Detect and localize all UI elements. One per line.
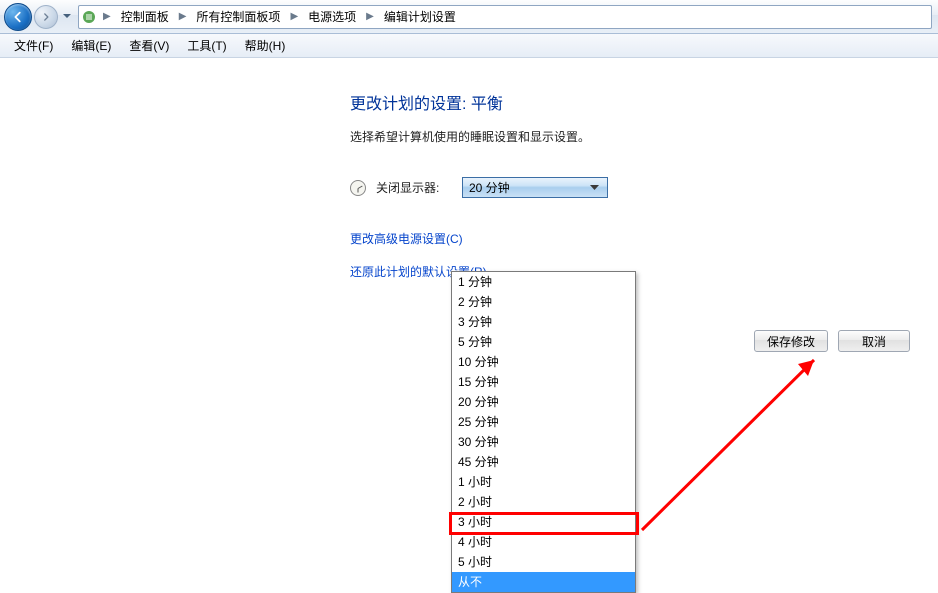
history-dropdown-button[interactable] — [60, 5, 74, 29]
dropdown-option[interactable]: 从不 — [452, 572, 635, 592]
dropdown-option[interactable]: 3 小时 — [452, 512, 635, 532]
breadcrumb-item[interactable]: 所有控制面板项 — [192, 6, 284, 27]
dropdown-option[interactable]: 15 分钟 — [452, 372, 635, 392]
chevron-right-icon: ▶ — [175, 11, 191, 22]
turn-off-display-value: 20 分钟 — [469, 179, 586, 196]
annotation-arrow — [638, 346, 838, 534]
dropdown-option[interactable]: 30 分钟 — [452, 432, 635, 452]
dropdown-option[interactable]: 1 小时 — [452, 472, 635, 492]
turn-off-display-row: 关闭显示器: 20 分钟 — [350, 177, 938, 198]
forward-button[interactable] — [34, 5, 58, 29]
dropdown-option[interactable]: 25 分钟 — [452, 412, 635, 432]
breadcrumb-item[interactable]: 控制面板 — [117, 6, 173, 27]
clock-icon — [350, 180, 366, 196]
menu-tools[interactable]: 工具(T) — [179, 35, 234, 56]
content-area: 更改计划的设置: 平衡 选择希望计算机使用的睡眠设置和显示设置。 关闭显示器: … — [0, 58, 938, 280]
nav-buttons — [4, 3, 74, 31]
chevron-down-icon — [586, 185, 603, 191]
page-description: 选择希望计算机使用的睡眠设置和显示设置。 — [350, 128, 938, 145]
cancel-button[interactable]: 取消 — [838, 330, 910, 352]
dropdown-option[interactable]: 1 分钟 — [452, 272, 635, 292]
dropdown-option[interactable]: 5 小时 — [452, 552, 635, 572]
back-button[interactable] — [4, 3, 32, 31]
menu-help[interactable]: 帮助(H) — [237, 35, 294, 56]
breadcrumb-item[interactable]: 电源选项 — [304, 6, 360, 27]
chevron-right-icon: ▶ — [99, 11, 115, 22]
dropdown-option[interactable]: 3 分钟 — [452, 312, 635, 332]
restore-defaults-link[interactable]: 还原此计划的默认设置(R) — [350, 263, 938, 280]
dropdown-option[interactable]: 2 小时 — [452, 492, 635, 512]
save-button[interactable]: 保存修改 — [754, 330, 828, 352]
dropdown-option[interactable]: 5 分钟 — [452, 332, 635, 352]
menu-edit[interactable]: 编辑(E) — [63, 35, 119, 56]
chevron-right-icon: ▶ — [286, 11, 302, 22]
turn-off-display-select[interactable]: 20 分钟 — [462, 177, 608, 198]
menu-file[interactable]: 文件(F) — [6, 35, 61, 56]
dropdown-option[interactable]: 10 分钟 — [452, 352, 635, 372]
address-bar: ▶ 控制面板 ▶ 所有控制面板项 ▶ 电源选项 ▶ 编辑计划设置 — [0, 0, 938, 34]
breadcrumb[interactable]: ▶ 控制面板 ▶ 所有控制面板项 ▶ 电源选项 ▶ 编辑计划设置 — [78, 5, 932, 29]
dropdown-option[interactable]: 45 分钟 — [452, 452, 635, 472]
control-panel-icon — [81, 9, 97, 25]
turn-off-display-label: 关闭显示器: — [376, 179, 452, 196]
advanced-power-settings-link[interactable]: 更改高级电源设置(C) — [350, 230, 938, 247]
turn-off-display-dropdown[interactable]: 1 分钟2 分钟3 分钟5 分钟10 分钟15 分钟20 分钟25 分钟30 分… — [451, 271, 636, 593]
dropdown-option[interactable]: 2 分钟 — [452, 292, 635, 312]
menu-view[interactable]: 查看(V) — [121, 35, 177, 56]
page-title: 更改计划的设置: 平衡 — [350, 90, 938, 114]
chevron-right-icon: ▶ — [362, 11, 378, 22]
dropdown-option[interactable]: 20 分钟 — [452, 392, 635, 412]
dropdown-option[interactable]: 4 小时 — [452, 532, 635, 552]
dialog-buttons: 保存修改 取消 — [754, 330, 910, 352]
menu-bar: 文件(F) 编辑(E) 查看(V) 工具(T) 帮助(H) — [0, 34, 938, 58]
breadcrumb-item[interactable]: 编辑计划设置 — [380, 6, 460, 27]
